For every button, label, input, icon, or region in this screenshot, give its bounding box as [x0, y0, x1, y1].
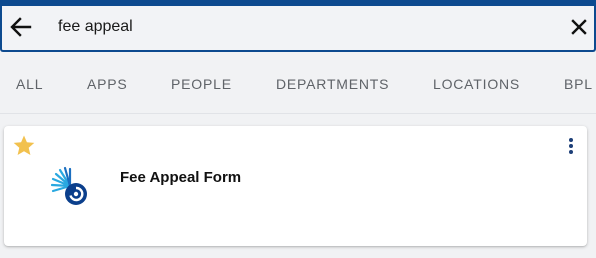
- filter-tabs: ALL APPS PEOPLE DEPARTMENTS LOCATIONS BP…: [0, 54, 596, 114]
- star-icon[interactable]: [12, 134, 36, 158]
- search-bar: [0, 6, 596, 52]
- result-card[interactable]: Fee Appeal Form: [4, 126, 587, 246]
- tab-bpl[interactable]: BPL: [564, 76, 593, 92]
- close-icon: [571, 19, 587, 35]
- clear-search-button[interactable]: [566, 14, 592, 40]
- more-options-button[interactable]: [565, 136, 577, 156]
- more-vertical-icon-dot: [569, 138, 573, 142]
- tab-people[interactable]: PEOPLE: [171, 76, 232, 92]
- nautilus-shell-logo-icon: [50, 166, 87, 205]
- tab-all[interactable]: ALL: [16, 76, 43, 92]
- search-input[interactable]: [58, 15, 538, 39]
- result-title: Fee Appeal Form: [120, 169, 242, 186]
- tab-apps[interactable]: APPS: [87, 76, 128, 92]
- more-vertical-icon-dot: [569, 150, 573, 154]
- arrow-left-icon: [10, 17, 32, 37]
- tab-locations[interactable]: LOCATIONS: [433, 76, 520, 92]
- tab-departments[interactable]: DEPARTMENTS: [276, 76, 389, 92]
- more-vertical-icon-dot: [569, 144, 573, 148]
- back-button[interactable]: [8, 14, 34, 40]
